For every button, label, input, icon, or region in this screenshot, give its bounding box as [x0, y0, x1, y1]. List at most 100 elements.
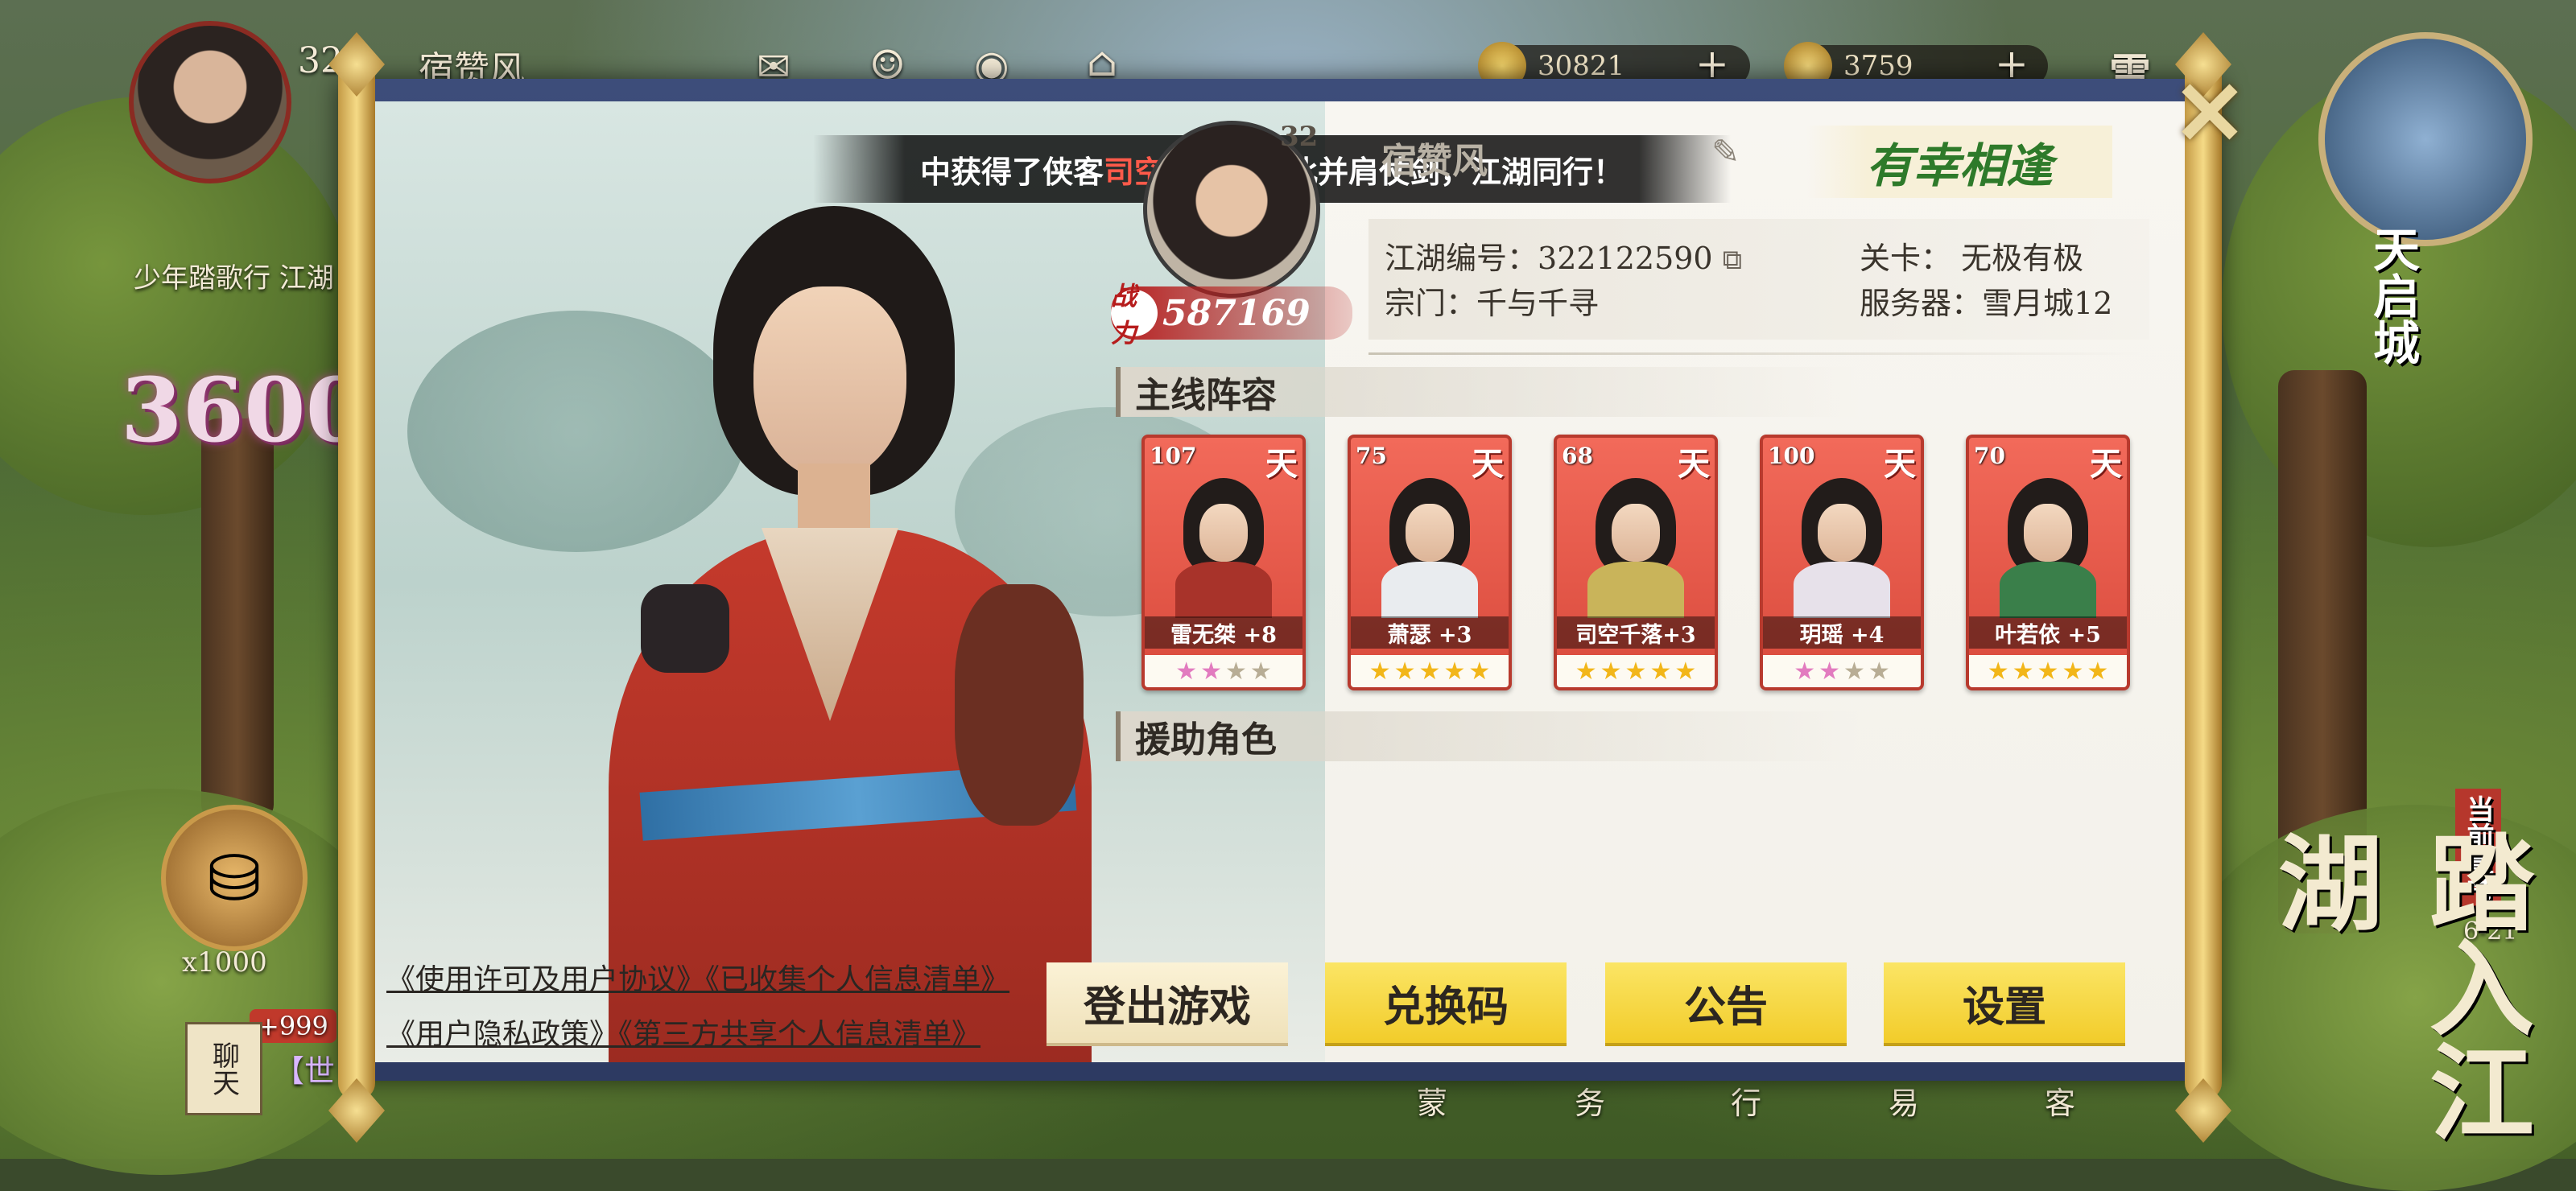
city-emblem[interactable] — [2318, 32, 2533, 246]
hero-card[interactable]: 68 天司空千落+3 ★ ★ ★ ★ ★ — [1554, 435, 1718, 690]
stage-value: 无极有极 — [1961, 241, 2084, 276]
star-icon: ★ — [2012, 657, 2034, 686]
bottom-nav-item[interactable]: 务 — [1575, 1078, 1605, 1123]
star-icon: ★ — [1225, 657, 1247, 686]
hero-name: 萧瑟 +3 — [1351, 616, 1509, 649]
third-party-info-link[interactable]: 《第三方共享个人信息清单》 — [618, 1018, 980, 1051]
player-avatar[interactable] — [129, 21, 291, 183]
profile-id-row: 江湖编号：322122590 ⧉ — [1385, 233, 1742, 278]
divider — [1368, 352, 2141, 355]
star-icon: ★ — [1600, 657, 1622, 686]
tree-trunk — [201, 418, 274, 821]
id-label: 江湖编号： — [1385, 241, 1538, 276]
star-icon: ★ — [1200, 657, 1222, 686]
hero-level: 100 — [1768, 443, 1815, 469]
legal-links-row-2: 《用户隐私政策》《第三方共享个人信息清单》 — [386, 1011, 980, 1053]
scroll-rod-left — [338, 53, 375, 1099]
star-icon: ★ — [1987, 657, 2009, 686]
hero-thumbnail — [1169, 478, 1278, 618]
profile-server-row: 服务器：雪月城12 — [1860, 278, 2112, 323]
lucky-meeting-title: 有幸相逢 — [1806, 126, 2112, 198]
notice-button[interactable]: 公告 — [1605, 962, 1847, 1043]
settings-button[interactable]: 设置 — [1884, 962, 2125, 1043]
edit-name-icon[interactable]: ✎ — [1711, 132, 1740, 171]
hero-name: 叶若依 +5 — [1969, 616, 2127, 649]
star-icon: ★ — [1674, 657, 1697, 686]
hero-thumb-robe — [2000, 562, 2096, 618]
hero-stars: ★ ★ ★ ★ — [1145, 655, 1302, 687]
id-value: 322122590 — [1538, 241, 1713, 276]
mist-pine — [407, 311, 745, 552]
hero-thumb-face — [1612, 504, 1660, 562]
star-icon: ★ — [1368, 657, 1391, 686]
banner-prefix: 中获得了侠客 — [919, 153, 1104, 190]
bottom-nav-item[interactable]: 易 — [1889, 1078, 1919, 1123]
hero-thumb-face — [2024, 504, 2072, 562]
scroll-rod-right — [2185, 53, 2222, 1099]
redeem-code-button[interactable]: 兑换码 — [1325, 962, 1567, 1043]
gold-count: x1000 — [182, 946, 267, 979]
hero-level: 107 — [1150, 443, 1197, 469]
gold-ingot-icon[interactable]: ⛁ — [161, 805, 308, 951]
star-icon: ★ — [1868, 657, 1890, 686]
power-value: 587169 — [1162, 292, 1311, 334]
license-link[interactable]: 《使用许可及用户协议》 — [386, 963, 705, 996]
chat-channel-tag: 【世 — [274, 1053, 336, 1089]
hero-thumb-face — [1406, 504, 1454, 562]
copy-id-icon[interactable]: ⧉ — [1723, 244, 1742, 276]
logout-button[interactable]: 登出游戏 — [1046, 962, 1288, 1043]
star-icon: ★ — [1794, 657, 1816, 686]
profile-stage-row: 关卡： 无极有极 — [1860, 233, 2083, 278]
star-icon: ★ — [1393, 657, 1416, 686]
hero-thumb-face — [1818, 504, 1866, 562]
hero-stars: ★ ★ ★ ★ — [1763, 655, 1921, 687]
chapter-title[interactable]: 踏入江湖 — [2246, 829, 2549, 1159]
profile-level: 32 — [1280, 121, 1319, 153]
star-icon: ★ — [1843, 657, 1865, 686]
copper-value: 30821 — [1538, 50, 1625, 82]
hero-name: 玥瑶 +4 — [1763, 616, 1921, 649]
star-icon: ★ — [1818, 657, 1840, 686]
hero-thumb-face — [1199, 504, 1248, 562]
hero-thumb-robe — [1381, 562, 1478, 618]
hero-level: 75 — [1356, 443, 1387, 469]
hero-stars: ★ ★ ★ ★ ★ — [1969, 655, 2127, 687]
stage-label: 关卡： — [1860, 241, 1952, 276]
hero-fist — [641, 584, 729, 673]
hero-name: 司空千落+3 — [1557, 616, 1715, 649]
star-icon: ★ — [1249, 657, 1272, 686]
hero-stars: ★ ★ ★ ★ ★ — [1351, 655, 1509, 687]
hero-face — [753, 286, 906, 480]
ingot-value: 3759 — [1843, 50, 1913, 82]
collected-info-link[interactable]: 《已收集个人信息清单》 — [705, 963, 1009, 996]
power-tag: 战力 — [1111, 281, 1158, 348]
bottom-nav-item[interactable]: 蒙 — [1417, 1078, 1447, 1123]
star-icon: ★ — [1624, 657, 1647, 686]
lineup-section-title: 主线阵容 — [1116, 367, 1860, 417]
bottom-nav-item[interactable]: 客 — [2045, 1078, 2075, 1123]
chat-button[interactable]: 聊天 — [185, 1022, 262, 1115]
bottom-nav-item[interactable]: 行 — [1731, 1078, 1761, 1123]
support-section-title: 援助角色 — [1116, 711, 1860, 761]
close-icon[interactable]: ✕ — [2165, 69, 2254, 158]
event-label[interactable]: 少年踏歌行 江湖 — [134, 256, 334, 295]
server-label: 服务器： — [1860, 286, 1983, 321]
badge-count: +999 — [250, 1009, 336, 1043]
hero-level: 68 — [1562, 443, 1593, 469]
star-icon: ★ — [2037, 657, 2059, 686]
hero-card[interactable]: 107 天雷无桀 +8 ★ ★ ★ ★ — [1141, 435, 1306, 690]
legal-links-row-1: 《使用许可及用户协议》《已收集个人信息清单》 — [386, 956, 1009, 998]
privacy-policy-link[interactable]: 《用户隐私政策》 — [386, 1018, 618, 1051]
hero-card[interactable]: 70 天叶若依 +5 ★ ★ ★ ★ ★ — [1966, 435, 2130, 690]
hero-arm — [955, 584, 1084, 826]
sect-label: 宗门： — [1385, 286, 1477, 321]
city-name: 天启城 — [2365, 225, 2420, 365]
hero-thumbnail — [1581, 478, 1690, 618]
hero-name: 雷无桀 +8 — [1145, 616, 1302, 649]
hero-card[interactable]: 75 天萧瑟 +3 ★ ★ ★ ★ ★ — [1348, 435, 1512, 690]
hero-level: 70 — [1974, 443, 2005, 469]
star-icon: ★ — [2062, 657, 2084, 686]
star-icon: ★ — [1649, 657, 1672, 686]
hero-thumb-robe — [1175, 562, 1272, 618]
hero-card[interactable]: 100 天玥瑶 +4 ★ ★ ★ ★ — [1760, 435, 1924, 690]
